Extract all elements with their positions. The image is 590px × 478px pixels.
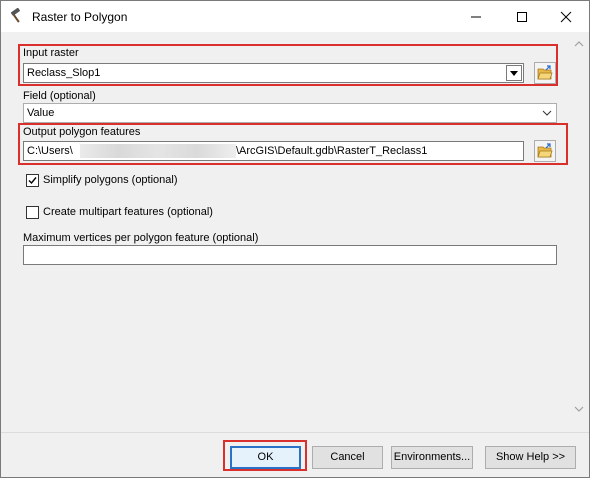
output-features-input[interactable]: C:\Users\ \ArcGIS\Default.gdb\RasterT_Re… [23,141,524,161]
field-value: Value [27,107,55,119]
checkmark-icon [28,177,37,185]
field-combobox[interactable]: Value [23,103,557,123]
create-multipart-label[interactable]: Create multipart features (optional) [43,206,213,218]
scroll-down-icon[interactable] [574,405,584,413]
dialog-button-bar: OK Cancel Environments... Show Help >> [1,432,589,477]
ok-button[interactable]: OK [230,446,301,469]
output-path-suffix: \ArcGIS\Default.gdb\RasterT_Reclass1 [236,145,428,157]
field-dropdown-button[interactable] [539,105,555,121]
scroll-up-icon[interactable] [574,40,584,48]
tool-dialog-window: Raster to Polygon Input raster Reclass_S… [0,0,590,478]
environments-button[interactable]: Environments... [391,446,473,469]
close-button[interactable] [543,1,589,32]
cancel-button[interactable]: Cancel [312,446,383,469]
create-multipart-checkbox[interactable] [26,206,39,219]
input-raster-browse-button[interactable] [534,62,556,84]
window-title: Raster to Polygon [32,10,128,24]
redacted-username [80,144,236,158]
show-help-button[interactable]: Show Help >> [485,446,576,469]
simplify-polygons-checkbox[interactable] [26,174,39,187]
vertical-scrollbar[interactable] [569,32,589,432]
title-bar[interactable]: Raster to Polygon [1,1,589,32]
max-vertices-label: Maximum vertices per polygon feature (op… [23,232,259,244]
chevron-down-icon [510,71,518,76]
max-vertices-input[interactable] [23,245,557,265]
maximize-icon [517,12,527,22]
output-path-prefix: C:\Users\ [27,145,73,157]
input-raster-value: Reclass_Slop1 [27,67,101,79]
input-raster-combobox[interactable]: Reclass_Slop1 [23,63,524,83]
minimize-button[interactable] [453,1,499,32]
output-features-label: Output polygon features [23,126,141,138]
parameters-panel: Input raster Reclass_Slop1 Field (option… [2,32,569,432]
close-icon [560,11,572,23]
open-folder-icon [537,65,553,80]
hammer-icon [9,7,25,24]
input-raster-label: Input raster [23,47,79,59]
minimize-icon [471,16,481,18]
field-label: Field (optional) [23,90,96,102]
input-raster-dropdown-button[interactable] [506,65,522,81]
maximize-button[interactable] [499,1,545,32]
simplify-polygons-label[interactable]: Simplify polygons (optional) [43,174,178,186]
chevron-down-icon [542,110,552,116]
output-features-browse-button[interactable] [534,140,556,162]
open-folder-icon [537,143,553,158]
